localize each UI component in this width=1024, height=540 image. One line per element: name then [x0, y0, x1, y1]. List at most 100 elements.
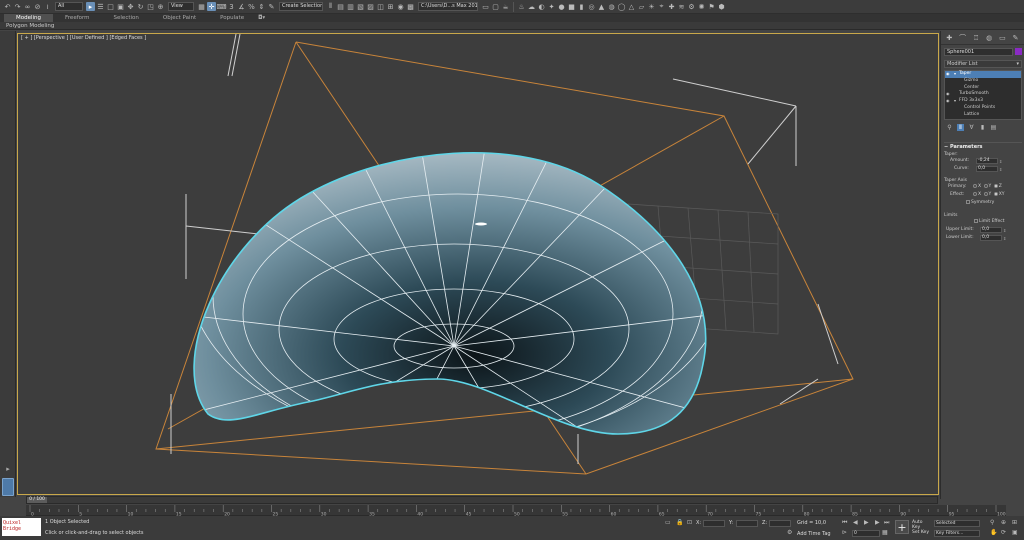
object-name-field[interactable]: Sphere001 — [944, 48, 1013, 56]
eye-icon[interactable]: ◉ — [946, 91, 950, 98]
schematic-view-icon[interactable]: ⊞ — [386, 2, 395, 11]
undo-icon[interactable]: ↶ — [3, 2, 12, 11]
show-end-result-icon[interactable]: Ⅱ — [957, 124, 964, 131]
symmetry-checkbox[interactable] — [966, 199, 970, 204]
object-color-swatch[interactable] — [1015, 48, 1022, 55]
play-icon[interactable]: ▶ — [864, 519, 869, 526]
stack-item-ffd[interactable]: ◉ ▾ FFD 3x3x3 — [945, 98, 1021, 105]
keyboard-shortcut-icon[interactable]: ⌨ — [216, 2, 226, 11]
particle-icon[interactable]: ✺ — [697, 2, 706, 11]
goto-start-icon[interactable]: ⏮ — [842, 519, 847, 527]
angle-snap-icon[interactable]: ∡ — [237, 2, 246, 11]
isolate-selection-icon[interactable]: ▭ — [665, 519, 671, 526]
teapot-icon[interactable]: ♨ — [517, 2, 526, 11]
align-icon[interactable]: ▤ — [336, 2, 345, 11]
upper-limit-spinner[interactable]: 0,0 — [980, 227, 1002, 233]
primary-y-radio[interactable] — [983, 183, 988, 188]
curve-editor-icon[interactable]: ◫ — [376, 2, 385, 11]
eye-icon[interactable]: ◉ — [946, 98, 950, 105]
zoom-icon[interactable]: ⚲ — [990, 519, 994, 526]
tab-selection[interactable]: Selection — [102, 14, 151, 22]
selection-filter-combo[interactable]: All — [55, 2, 83, 11]
rotate-icon[interactable]: ↻ — [136, 2, 145, 11]
motion-tab-icon[interactable]: ◍ — [986, 34, 992, 42]
collapse-icon[interactable]: ▾ — [954, 71, 956, 78]
render-setup-icon[interactable]: ▩ — [406, 2, 415, 11]
curve-spinner[interactable]: 0,0 — [976, 166, 998, 172]
scale-icon[interactable]: ◳ — [146, 2, 155, 11]
tab-object-paint[interactable]: Object Paint — [151, 14, 208, 22]
unlink-icon[interactable]: ⊘ — [33, 2, 42, 11]
add-time-tag[interactable]: Add Time Tag — [797, 531, 831, 537]
lock-selection-icon[interactable]: 🔒 — [676, 519, 683, 526]
reference-coordinate-combo[interactable]: View — [168, 2, 194, 11]
rendered-frame-window-icon[interactable]: ▢ — [491, 2, 500, 11]
maxscript-listener[interactable]: Quixel Bridge — [2, 518, 41, 536]
modify-tab-icon[interactable]: ⌒ — [959, 33, 966, 43]
primary-z-radio[interactable] — [993, 183, 998, 188]
configure-sets-icon[interactable]: ▤ — [990, 124, 997, 131]
systems-icon[interactable]: ⚙ — [687, 2, 696, 11]
geosphere-icon[interactable]: ◍ — [607, 2, 616, 11]
z-coordinate-field[interactable] — [769, 520, 791, 527]
zoom-extents-icon[interactable]: ⊞ — [1012, 519, 1017, 526]
viewport-label[interactable]: [ + ] [Perspective ] [User Defined ] [Ed… — [21, 35, 146, 41]
next-frame-icon[interactable]: ▶ — [875, 519, 880, 526]
eye-icon[interactable]: ◉ — [946, 71, 950, 78]
mirror-icon[interactable]: ⫴ — [326, 2, 335, 11]
hierarchy-tab-icon[interactable]: ♖ — [973, 34, 979, 42]
tab-modeling[interactable]: Modeling — [4, 14, 54, 22]
plugin-icon[interactable]: ⬢ — [717, 2, 726, 11]
helper-icon[interactable]: ✚ — [667, 2, 676, 11]
project-folder-combo[interactable]: C:\Users\D...s Max 2016 — [418, 2, 478, 11]
effect-xy-radio[interactable] — [993, 191, 998, 196]
sphere-icon[interactable]: ● — [557, 2, 566, 11]
expand-arrow-icon[interactable]: ▸ — [4, 465, 12, 473]
display-tab-icon[interactable]: ▭ — [999, 34, 1006, 42]
box-icon[interactable]: ■ — [567, 2, 576, 11]
script-icon[interactable]: ⚑ — [707, 2, 716, 11]
spinner-arrows-icon[interactable]: ⇕ — [1003, 235, 1006, 243]
layer-explorer-icon[interactable]: ▧ — [356, 2, 365, 11]
previous-frame-icon[interactable]: ◀ — [853, 519, 858, 526]
time-tag-icon[interactable]: ⚙ — [787, 529, 792, 536]
spinner-snap-icon[interactable]: ⇕ — [257, 2, 266, 11]
scene-explorer-icon[interactable]: ▥ — [346, 2, 355, 11]
bind-space-warp-icon[interactable]: ≀ — [43, 2, 52, 11]
plane-icon[interactable]: ▱ — [637, 2, 646, 11]
pin-stack-icon[interactable]: ⚲ — [946, 124, 953, 131]
effect-x-radio[interactable] — [973, 191, 977, 196]
stack-item-turbosmooth[interactable]: ◉ TurboSmooth — [945, 91, 1021, 98]
light-icon[interactable]: ☀ — [647, 2, 656, 11]
tube-icon[interactable]: ◯ — [617, 2, 626, 11]
time-configuration-icon[interactable]: ▦ — [882, 529, 888, 536]
maximize-viewport-icon[interactable]: ▣ — [1012, 529, 1018, 536]
modifier-list-dropdown[interactable]: Modifier List — [944, 60, 1022, 68]
spinner-arrows-icon[interactable]: ⇕ — [999, 166, 1002, 174]
cone-icon[interactable]: ▲ — [597, 2, 606, 11]
pyramid-icon[interactable]: △ — [627, 2, 636, 11]
ribbon-sub-label[interactable]: Polygon Modeling — [0, 22, 1024, 30]
tab-freeform[interactable]: Freeform — [53, 14, 102, 22]
make-unique-icon[interactable]: ∀ — [968, 124, 975, 131]
space-warp-icon[interactable]: ≋ — [677, 2, 686, 11]
perspective-viewport[interactable]: [ + ] [Perspective ] [User Defined ] [Ed… — [17, 33, 939, 495]
place-icon[interactable]: ⊕ — [156, 2, 165, 11]
zoom-all-icon[interactable]: ⊕ — [1001, 519, 1006, 526]
viewport-layout-tab[interactable] — [2, 478, 14, 496]
key-selection-dropdown[interactable]: Selected — [934, 520, 980, 527]
select-by-name-icon[interactable]: ☰ — [96, 2, 105, 11]
stack-item-lattice[interactable]: Lattice — [945, 112, 1021, 119]
parameters-rollout-header[interactable]: − Parameters — [944, 142, 1022, 150]
create-key-button[interactable]: + — [895, 520, 909, 534]
amount-spinner[interactable]: -0,24 — [976, 158, 998, 164]
collapse-icon[interactable]: ▾ — [954, 98, 956, 105]
tab-populate[interactable]: Populate — [208, 14, 256, 22]
limit-effect-checkbox[interactable] — [974, 218, 978, 223]
pivot-center-icon[interactable]: ▦ — [197, 2, 206, 11]
current-frame-field[interactable]: 0 — [852, 530, 880, 537]
pan-icon[interactable]: ✋ — [990, 529, 997, 536]
absolute-mode-icon[interactable]: ⊡ — [687, 519, 692, 526]
move-icon[interactable]: ✥ — [126, 2, 135, 11]
key-mode-icon[interactable]: ⊳ — [842, 529, 847, 536]
